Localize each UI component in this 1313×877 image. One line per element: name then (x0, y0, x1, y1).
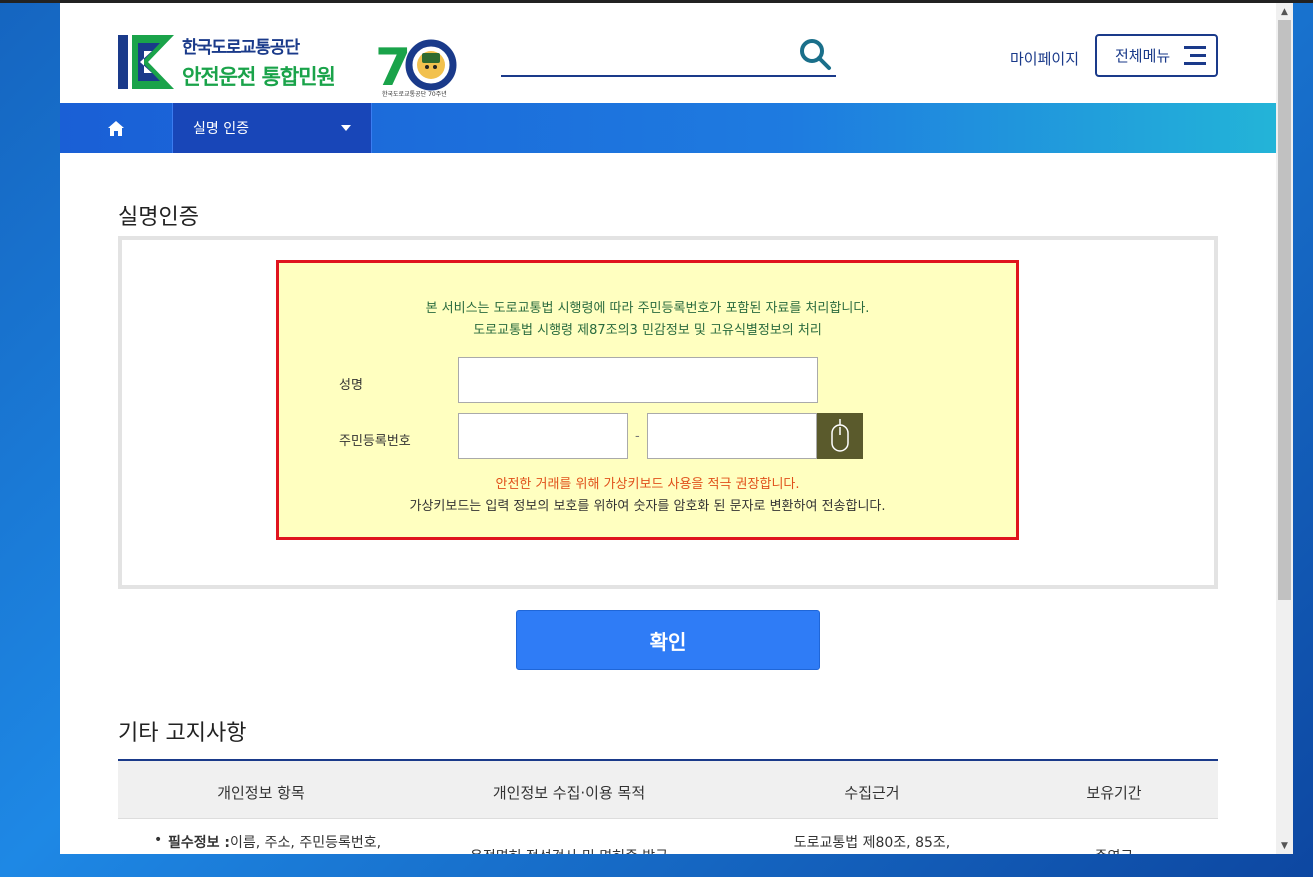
item-required-label: 필수정보 : (168, 835, 230, 851)
rrn-front-input[interactable] (458, 413, 628, 459)
column-header-period: 보유기간 (1086, 784, 1142, 802)
table-header: 개인정보 항목 개인정보 수집·이용 목적 수집근거 보유기간 (118, 761, 1218, 819)
other-notice-title: 기타 고지사항 (118, 721, 247, 746)
notice-line-1: 본 서비스는 도로교통법 시행령에 따라 주민등록번호가 포함된 자료를 처리합… (425, 301, 870, 316)
table-row: • 필수정보 :이름, 주소, 주민등록번호, 운전면허 적성검사 및 면허증 … (118, 820, 1218, 854)
logo-org-name[interactable]: 한국도로교통공단 (182, 33, 300, 58)
scroll-down-arrow-icon[interactable]: ▼ (1276, 837, 1293, 854)
name-label: 성명 (339, 378, 363, 393)
rrn-label: 주민등록번호 (339, 434, 411, 449)
page-title: 실명인증 (118, 205, 199, 230)
all-menu-button[interactable]: 전체메뉴 (1095, 34, 1218, 77)
virtual-keyboard-button[interactable] (817, 413, 863, 459)
anniversary-caption: 한국도로교통공단 70주년 (382, 91, 447, 98)
logo-service-name[interactable]: 안전운전 통합민원 (182, 61, 336, 91)
search-input[interactable] (501, 75, 836, 77)
rrn-back-input[interactable] (647, 413, 817, 459)
home-icon (108, 120, 124, 136)
scroll-thumb[interactable] (1278, 20, 1291, 600)
virtual-keyboard-warning: 안전한 거래를 위해 가상키보드 사용을 적극 권장합니다. (495, 477, 800, 492)
purpose-cell: 운전면허 적성검사 및 면허증 발급 (404, 846, 734, 854)
all-menu-label: 전체메뉴 (1115, 47, 1171, 65)
kotsa-logo-icon[interactable] (118, 35, 174, 89)
column-header-basis: 수집근거 (844, 784, 900, 802)
hamburger-icon (1184, 46, 1207, 65)
mypage-link[interactable]: 마이페이지 (1010, 48, 1079, 69)
search-icon[interactable] (798, 37, 832, 71)
basis-cell: 도로교통법 제80조, 85조, (793, 835, 951, 851)
item-required-values: 이름, 주소, 주민등록번호, (230, 835, 382, 851)
bullet-dot: • (154, 832, 163, 848)
vertical-scrollbar[interactable]: ▲ ▼ (1276, 3, 1293, 854)
caret-down-icon (341, 125, 351, 131)
home-button[interactable] (60, 103, 172, 153)
period-cell: 준영구 (1010, 846, 1218, 854)
column-header-item: 개인정보 항목 (217, 784, 305, 802)
column-header-purpose: 개인정보 수집·이용 목적 (492, 784, 646, 802)
realname-notice-box: 본 서비스는 도로교통법 시행령에 따라 주민등록번호가 포함된 자료를 처리합… (276, 260, 1019, 540)
notice-line-2: 도로교통법 시행령 제87조의3 민감정보 및 고유식별정보의 처리 (473, 323, 822, 338)
breadcrumb-label: 실명 인증 (193, 121, 249, 137)
name-input[interactable] (458, 357, 818, 403)
item-cell: 필수정보 :이름, 주소, 주민등록번호, (168, 832, 381, 852)
site-header: 한국도로교통공단 안전운전 통합민원 7 한국도로교통공단 70주년 마이페이지… (60, 3, 1276, 103)
location-navbar: 실명 인증 (60, 103, 1276, 153)
scroll-up-arrow-icon[interactable]: ▲ (1276, 3, 1293, 20)
breadcrumb-dropdown[interactable]: 실명 인증 (172, 103, 372, 153)
confirm-button[interactable]: 확인 (516, 610, 820, 670)
rrn-dash: - (635, 429, 640, 444)
virtual-keyboard-info: 가상키보드는 입력 정보의 보호를 위하여 숫자를 암호화 된 문자로 변환하여… (409, 499, 886, 514)
mouse-icon (831, 419, 849, 452)
browser-window: 한국도로교통공단 안전운전 통합민원 7 한국도로교통공단 70주년 마이페이지… (60, 3, 1293, 854)
